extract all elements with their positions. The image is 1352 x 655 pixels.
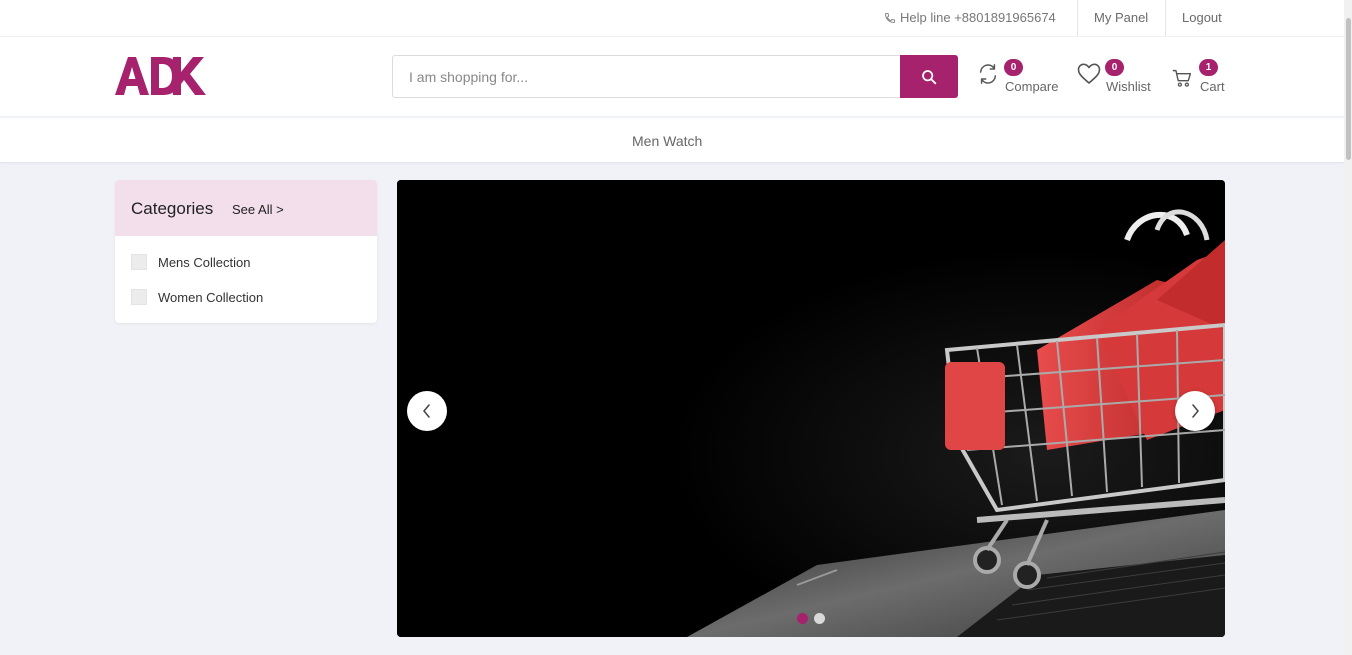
hero-slider xyxy=(397,180,1225,637)
banner-image xyxy=(397,180,1225,637)
see-all-link[interactable]: See All > xyxy=(232,202,284,217)
chevron-right-icon xyxy=(1192,404,1199,418)
cart-button[interactable]: 1 Cart xyxy=(1172,59,1227,101)
categories-title: Categories xyxy=(131,199,214,218)
wishlist-label: Wishlist xyxy=(1106,79,1151,94)
compare-count-badge: 0 xyxy=(1004,59,1023,76)
logo-mark xyxy=(115,57,206,95)
divider xyxy=(1165,0,1166,36)
category-label: Mens Collection xyxy=(158,254,251,270)
search-icon xyxy=(922,69,937,84)
help-line-text: Help line +8801891965674 xyxy=(900,10,1056,25)
compare-button[interactable]: 0 Compare xyxy=(977,59,1067,101)
category-thumbnail xyxy=(131,254,147,270)
cart-count-badge: 1 xyxy=(1199,59,1218,76)
slider-next-button[interactable] xyxy=(1175,391,1215,431)
cart-icon xyxy=(1172,69,1192,87)
cart-label: Cart xyxy=(1200,79,1225,94)
chevron-left-icon xyxy=(423,404,430,418)
category-label: Women Collection xyxy=(158,289,264,305)
categories-header: Categories See All > xyxy=(115,180,377,236)
divider xyxy=(1077,0,1078,36)
category-item-women-collection[interactable]: Women Collection xyxy=(131,287,263,307)
slider-dot[interactable] xyxy=(814,613,825,624)
nav-item-men-watch[interactable]: Men Watch xyxy=(632,133,702,149)
categories-panel: Categories See All > Mens Collection Wom… xyxy=(115,180,377,323)
heart-icon xyxy=(1077,63,1101,84)
phone-icon xyxy=(884,12,895,23)
wishlist-count-badge: 0 xyxy=(1105,59,1124,76)
logout-link[interactable]: Logout xyxy=(1182,10,1222,25)
category-item-mens-collection[interactable]: Mens Collection xyxy=(131,252,251,272)
wishlist-button[interactable]: 0 Wishlist xyxy=(1077,59,1157,101)
help-line: Help line +8801891965674 xyxy=(884,10,1056,25)
slider-dot-active[interactable] xyxy=(797,613,808,624)
slider-prev-button[interactable] xyxy=(407,391,447,431)
top-bar: Help line +8801891965674 My Panel Logout xyxy=(0,0,1344,37)
search-bar xyxy=(392,55,958,98)
compare-icon xyxy=(979,64,997,84)
scrollbar-thumb[interactable] xyxy=(1346,18,1351,160)
my-panel-link[interactable]: My Panel xyxy=(1094,10,1148,25)
search-button[interactable] xyxy=(900,55,958,98)
category-thumbnail xyxy=(131,289,147,305)
main-nav: Men Watch xyxy=(0,118,1344,163)
compare-label: Compare xyxy=(1005,79,1059,94)
search-input[interactable] xyxy=(392,55,901,98)
header: 0 Compare 0 Wishlist 1 Cart xyxy=(0,37,1344,117)
logo[interactable] xyxy=(115,55,207,99)
